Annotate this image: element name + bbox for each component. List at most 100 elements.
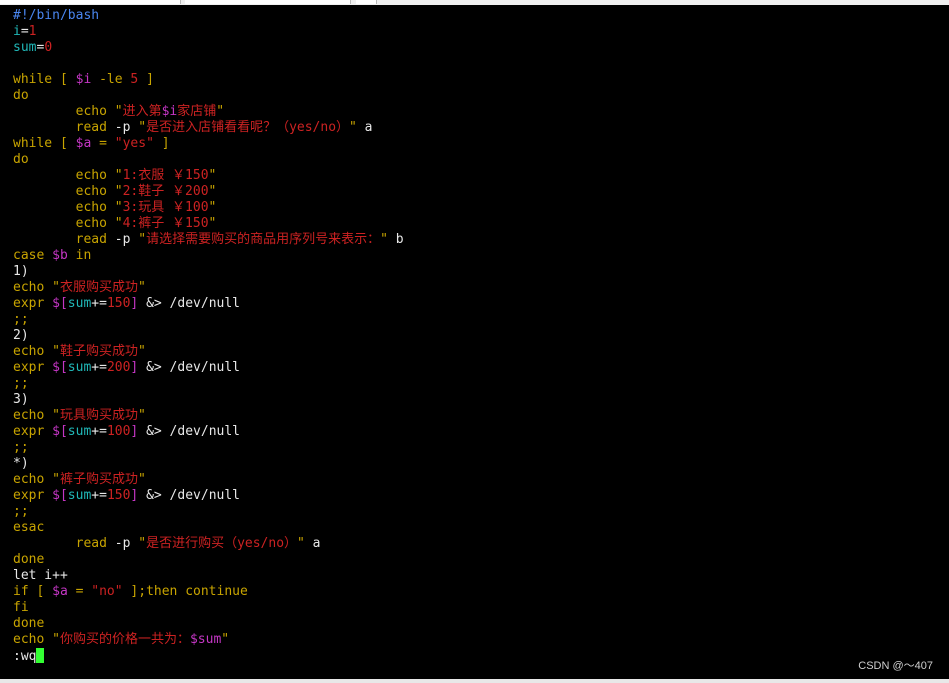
code-token: " — [137, 408, 146, 423]
code-token: $b — [52, 248, 68, 263]
tab-left[interactable] — [0, 0, 181, 4]
code-token: echo — [13, 200, 115, 215]
code-token: 1) — [13, 264, 29, 279]
code-line: fi — [13, 600, 404, 616]
code-token: 进入第 — [122, 104, 162, 119]
code-token: 你购买的价格一共为： — [59, 632, 190, 647]
code-line: 3) — [13, 392, 404, 408]
code-token: esac — [13, 520, 45, 535]
code-token: $[ — [52, 424, 68, 439]
command-line[interactable]: :wq — [13, 648, 404, 664]
code-token: in — [67, 248, 92, 263]
code-token: += — [91, 424, 107, 439]
code-token: " — [52, 632, 60, 647]
code-line: echo "衣服购买成功" — [13, 280, 404, 296]
code-token: " — [137, 280, 146, 295]
code-token: while — [13, 72, 53, 87]
code-token: #!/bin/bash — [13, 8, 100, 23]
code-token: 2) — [13, 328, 29, 343]
code-token: 150 — [106, 296, 131, 311]
code-line: echo "进入第$i家店铺" — [13, 104, 404, 120]
code-line: echo "3:玩具 ￥100" — [13, 200, 404, 216]
code-line: echo "2:鞋子 ￥200" — [13, 184, 404, 200]
code-token: " — [297, 536, 305, 551]
code-token: echo — [13, 184, 115, 199]
code-token: sum — [13, 40, 37, 55]
code-lines: #!/bin/bash i=1 sum=0 while [ $i -le 5 ] do … — [13, 8, 404, 664]
code-line: echo "玩具购买成功" — [13, 408, 404, 424]
code-token: do — [13, 88, 29, 103]
cursor — [36, 648, 45, 663]
code-token: " — [138, 536, 147, 551]
code-token: 是否进入店铺看看呢？（yes/no） — [146, 120, 350, 135]
code-token: ] — [138, 72, 154, 87]
code-line: 2) — [13, 328, 404, 344]
code-line: done — [13, 616, 404, 632]
code-line: 1) — [13, 264, 404, 280]
tab-middle[interactable] — [185, 0, 351, 4]
code-line: expr $[sum+=150] &> /dev/null — [13, 296, 404, 312]
code-token: 150 — [106, 488, 131, 503]
code-token: 1:衣服 ￥150 — [122, 168, 209, 183]
code-line: expr $[sum+=150] &> /dev/null — [13, 488, 404, 504]
code-token: sum — [67, 296, 92, 311]
code-token: sum — [67, 488, 92, 503]
code-line: echo "你购买的价格一共为：$sum" — [13, 632, 404, 648]
code-token: 裤子购买成功 — [59, 472, 138, 487]
code-token: " — [208, 184, 217, 199]
code-token: $[ — [52, 360, 68, 375]
code-token: read — [13, 232, 107, 247]
code-line: ;; — [13, 440, 404, 456]
code-token: = — [67, 584, 92, 599]
code-token: "no" — [91, 584, 123, 599]
code-token: -le — [91, 72, 131, 87]
code-line: while [ $a = "yes" ] — [13, 136, 404, 152]
code-line: expr $[sum+=100] &> /dev/null — [13, 424, 404, 440]
code-token: sum — [67, 360, 92, 375]
code-token: *) — [13, 456, 29, 471]
code-token: sum — [67, 424, 92, 439]
code-token: expr — [13, 424, 45, 439]
code-token: += — [91, 488, 107, 503]
code-token: if — [13, 584, 29, 599]
code-token: echo — [13, 344, 53, 359]
code-token: $i — [75, 72, 92, 87]
tab-right[interactable] — [356, 0, 377, 4]
code-line: echo "鞋子购买成功" — [13, 344, 404, 360]
code-token: " — [137, 344, 146, 359]
code-token: += — [91, 296, 107, 311]
code-token: 请选择需要购买的商品用序列号来表示： — [146, 232, 381, 247]
code-token: &> /dev/null — [138, 424, 240, 439]
code-line: done — [13, 552, 404, 568]
code-line: do — [13, 88, 404, 104]
code-token: expr — [13, 296, 45, 311]
code-token: = — [20, 24, 29, 39]
code-line: #!/bin/bash — [13, 8, 404, 24]
code-token: 3:玩具 ￥100 — [122, 200, 209, 215]
code-token: "yes" — [114, 136, 154, 151]
code-line: case $b in — [13, 248, 404, 264]
code-token: $[ — [52, 296, 68, 311]
code-token: " — [114, 168, 123, 183]
code-token: ] — [153, 136, 170, 151]
code-line: expr $[sum+=200] &> /dev/null — [13, 360, 404, 376]
code-token: " — [216, 104, 225, 119]
code-token: $[ — [52, 488, 68, 503]
code-token: i — [13, 24, 21, 39]
code-token: = — [91, 136, 115, 151]
code-line: *) — [13, 456, 404, 472]
code-token: 2:鞋子 ￥200 — [122, 184, 209, 199]
code-token: 玩具购买成功 — [59, 408, 138, 423]
code-line: echo "1:衣服 ￥150" — [13, 168, 404, 184]
code-token: $i — [161, 104, 178, 119]
code-token: ;; — [13, 440, 29, 455]
terminal-editor[interactable]: #!/bin/bash i=1 sum=0 while [ $i -le 5 ] do … — [0, 5, 949, 679]
code-token: expr — [13, 360, 45, 375]
code-token: a — [356, 120, 373, 135]
code-line: esac — [13, 520, 404, 536]
code-line: sum=0 — [13, 40, 404, 56]
